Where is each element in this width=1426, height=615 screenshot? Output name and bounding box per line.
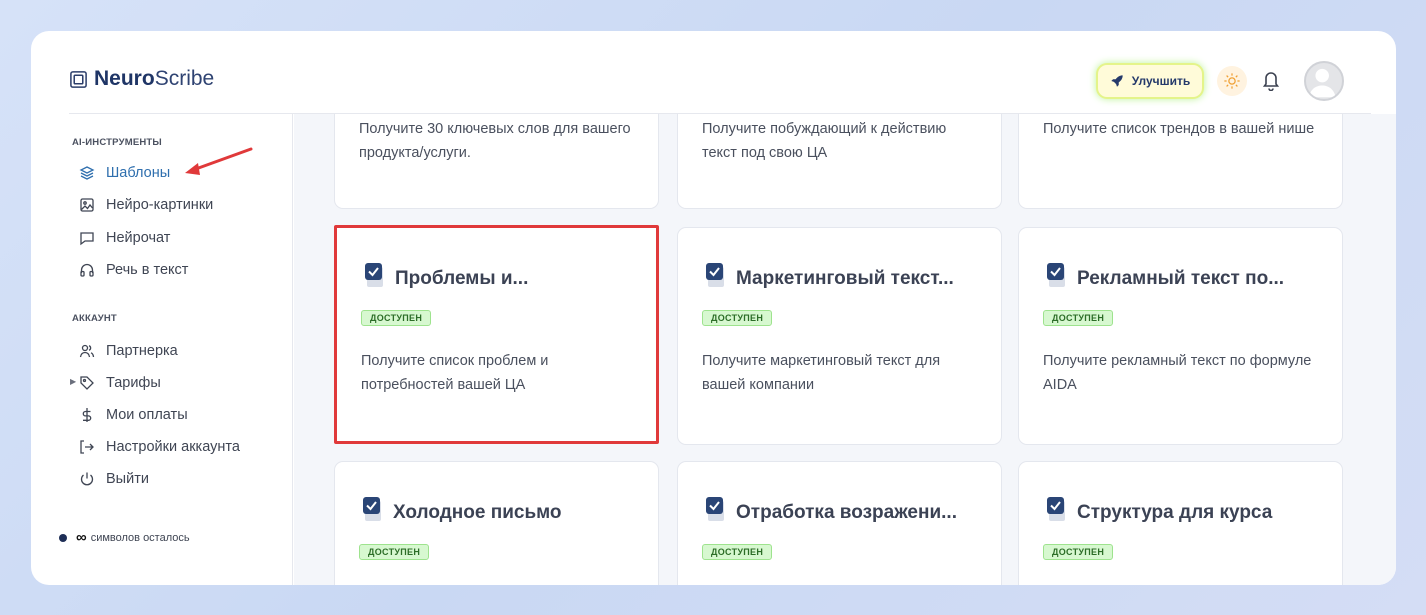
template-checkbox-icon	[706, 497, 724, 521]
status-badge: ДОСТУПЕН	[702, 544, 773, 560]
template-card-marketing[interactable]: Маркетинговый текст... ДОСТУПЕН Получите…	[677, 227, 1002, 445]
template-card-problems[interactable]: Проблемы и... ДОСТУПЕН Получите список п…	[334, 225, 659, 444]
sidebar-item-label: Шаблоны	[106, 165, 171, 181]
template-card-cold-email[interactable]: Холодное письмо ДОСТУПЕН	[334, 461, 659, 585]
sidebar-item-speech-to-text[interactable]: Речь в текст	[79, 262, 188, 278]
template-card[interactable]: Получите 30 ключевых слов для вашего про…	[334, 114, 659, 209]
sidebar-section-ai-tools: AI-ИНСТРУМЕНТЫ	[72, 137, 162, 148]
logout-arrow-icon	[80, 440, 94, 454]
template-card[interactable]: Получите список трендов в вашей нише	[1018, 114, 1343, 209]
templates-grid: Получите 30 ключевых слов для вашего про…	[294, 114, 1396, 585]
template-card-objections[interactable]: Отработка возражени... ДОСТУПЕН	[677, 461, 1002, 585]
template-checkbox-icon	[1047, 263, 1065, 287]
card-title: Маркетинговый текст...	[736, 268, 954, 289]
status-badge: ДОСТУПЕН	[1043, 310, 1114, 326]
template-card[interactable]: Получите побуждающий к действию текст по…	[677, 114, 1002, 209]
card-description: Получите список трендов в вашей нише	[1043, 121, 1315, 137]
avatar-placeholder-icon	[1308, 68, 1336, 98]
sidebar-item-label: Тарифы	[106, 375, 161, 391]
card-description: Получите список проблем и потребностей в…	[361, 353, 549, 393]
sidebar-item-partner[interactable]: Партнерка	[79, 343, 178, 359]
card-description: Получите 30 ключевых слов для вашего про…	[359, 121, 631, 161]
card-description: Получите побуждающий к действию текст по…	[702, 121, 947, 161]
template-card-course-structure[interactable]: Структура для курса ДОСТУПЕН	[1018, 461, 1343, 585]
card-description: Получите маркетинговый текст для вашей к…	[702, 353, 941, 393]
status-badge: ДОСТУПЕН	[1043, 544, 1114, 560]
card-title: Структура для курса	[1077, 502, 1273, 523]
tag-icon	[80, 376, 94, 390]
template-card-advertising[interactable]: Рекламный текст по... ДОСТУПЕН Получите …	[1018, 227, 1343, 445]
dollar-icon	[82, 408, 92, 422]
card-title: Рекламный текст по...	[1077, 268, 1285, 289]
template-checkbox-icon	[706, 263, 724, 287]
status-badge: ДОСТУПЕН	[361, 310, 432, 326]
card-title: Проблемы и...	[395, 268, 529, 289]
theme-toggle-button[interactable]	[1217, 66, 1247, 96]
sidebar-item-label: Мои оплаты	[106, 407, 188, 423]
sidebar-section-account: АККАУНТ	[72, 313, 117, 324]
upgrade-button[interactable]: Улучшить	[1098, 65, 1202, 97]
sidebar-item-account-settings[interactable]: Настройки аккаунта	[79, 439, 240, 455]
sidebar-item-label: Настройки аккаунта	[106, 439, 240, 455]
expand-caret-icon[interactable]: ▶	[70, 377, 76, 386]
sidebar-item-neuro-images[interactable]: Нейро-картинки	[79, 197, 213, 213]
sidebar-item-label: Речь в текст	[106, 262, 189, 278]
rocket-icon	[1111, 75, 1123, 87]
brand-name-light: Scribe	[154, 67, 215, 90]
credits-symbol: ∞	[76, 529, 87, 546]
sidebar-item-neurochat[interactable]: Нейрочат	[79, 230, 170, 246]
annotation-arrow-icon	[185, 147, 253, 175]
brand-name-bold: Neuro	[94, 67, 155, 90]
sidebar-item-tariffs[interactable]: Тарифы	[79, 375, 161, 391]
users-icon	[79, 344, 95, 358]
layers-icon	[79, 166, 95, 180]
sun-icon	[1224, 73, 1240, 89]
sidebar-item-templates[interactable]: Шаблоны	[79, 165, 170, 181]
card-description: Получите рекламный текст по формуле AIDA	[1043, 353, 1312, 393]
chat-icon	[80, 232, 94, 246]
sidebar-item-payments[interactable]: Мои оплаты	[79, 407, 188, 423]
status-badge: ДОСТУПЕН	[702, 310, 773, 326]
card-title: Холодное письмо	[393, 502, 562, 523]
template-checkbox-icon	[363, 497, 381, 521]
credits-label: символов осталось	[90, 531, 190, 544]
sidebar-item-label: Нейро-картинки	[106, 197, 214, 213]
status-badge: ДОСТУПЕН	[359, 544, 430, 560]
logo-icon	[70, 70, 87, 88]
app-logo[interactable]: NeuroScribe	[69, 67, 214, 91]
upgrade-label: Улучшить	[1131, 74, 1191, 88]
template-checkbox-icon	[365, 263, 383, 287]
app-window: NeuroScribe Улучшить AI-ИНСТРУМЕНТЫ Шабл…	[31, 31, 1396, 585]
status-dot	[59, 533, 67, 542]
sidebar-item-label: Партнерка	[106, 343, 178, 359]
sidebar-item-label: Выйти	[106, 471, 149, 487]
card-title: Отработка возражени...	[736, 502, 957, 523]
bell-icon	[1262, 72, 1280, 92]
image-icon	[80, 198, 94, 212]
notifications-button[interactable]	[1260, 69, 1282, 93]
user-avatar[interactable]	[1304, 61, 1344, 101]
headphones-icon	[80, 263, 94, 277]
sidebar-item-label: Нейрочат	[106, 230, 171, 246]
power-icon	[80, 472, 94, 486]
template-checkbox-icon	[1047, 497, 1065, 521]
sidebar: AI-ИНСТРУМЕНТЫ Шаблоны Нейро-картинки Не…	[31, 114, 293, 585]
sidebar-item-logout[interactable]: Выйти	[79, 471, 149, 487]
credits-remaining: ∞ символов осталось	[59, 529, 190, 546]
